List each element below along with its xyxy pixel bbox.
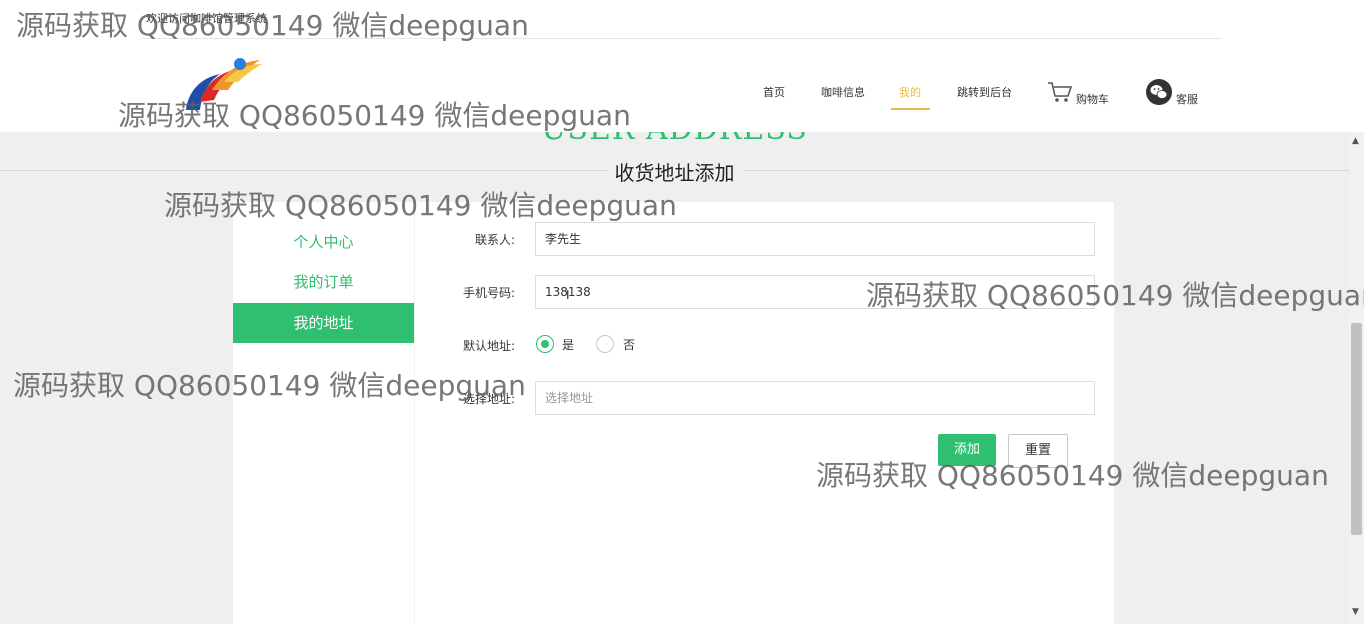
address-select-label: 选择地址: bbox=[462, 392, 515, 406]
scroll-up-icon[interactable]: ▲ bbox=[1352, 136, 1359, 146]
cart-icon bbox=[1048, 82, 1073, 102]
default-no-radio[interactable] bbox=[596, 335, 614, 353]
wechat-icon bbox=[1146, 79, 1172, 105]
side-item-orders[interactable]: 我的订单 bbox=[233, 262, 414, 302]
top-header: 欢迎访问咖啡馆管理系统 首页 咖啡信息 我的 跳转到后台 购物车 客服 bbox=[0, 0, 1364, 132]
nav-backend[interactable]: 跳转到后台 bbox=[957, 84, 1012, 100]
nav-active-indicator bbox=[891, 108, 930, 110]
nav-home[interactable]: 首页 bbox=[763, 84, 785, 100]
service-label: 客服 bbox=[1176, 93, 1198, 106]
address-panel: 个人中心 我的订单 我的地址 联系人: 李先生 手机号码: 138138 默认地… bbox=[233, 202, 1114, 624]
cart-label: 购物车 bbox=[1076, 93, 1109, 106]
main-content: USER ADDRESS 收货地址添加 个人中心 我的订单 我的地址 联系人: … bbox=[0, 132, 1349, 624]
contact-label: 联系人: bbox=[474, 233, 515, 247]
reset-button[interactable]: 重置 bbox=[1008, 434, 1068, 468]
default-yes-radio[interactable] bbox=[536, 335, 554, 353]
contact-input[interactable]: 李先生 bbox=[535, 222, 1095, 256]
text-cursor-icon: I bbox=[566, 288, 570, 302]
side-item-profile[interactable]: 个人中心 bbox=[233, 222, 414, 262]
phone-input[interactable]: 138138 bbox=[535, 275, 1095, 309]
section-title: 收货地址添加 bbox=[606, 157, 743, 186]
side-item-address[interactable]: 我的地址 bbox=[233, 303, 414, 343]
default-yes-label: 是 bbox=[562, 338, 575, 352]
nav-mine[interactable]: 我的 bbox=[899, 84, 921, 100]
scroll-thumb[interactable] bbox=[1351, 323, 1362, 535]
address-select-input[interactable]: 选择地址 bbox=[535, 381, 1095, 415]
service-link[interactable]: 客服 bbox=[1146, 79, 1206, 107]
default-address-label: 默认地址: bbox=[462, 339, 515, 353]
cart-link[interactable]: 购物车 bbox=[1046, 80, 1116, 108]
add-button[interactable]: 添加 bbox=[938, 434, 996, 466]
page: 欢迎访问咖啡馆管理系统 首页 咖啡信息 我的 跳转到后台 购物车 客服 收货地址… bbox=[0, 0, 1364, 624]
default-no-label: 否 bbox=[623, 338, 636, 352]
welcome-text: 欢迎访问咖啡馆管理系统 bbox=[146, 12, 267, 25]
header-divider bbox=[140, 38, 1222, 39]
page-scrollbar[interactable]: ▲ ▼ bbox=[1349, 132, 1364, 624]
scroll-down-icon[interactable]: ▼ bbox=[1352, 607, 1359, 617]
nav-coffee-info[interactable]: 咖啡信息 bbox=[821, 84, 865, 100]
section-title-en: USER ADDRESS bbox=[0, 132, 1349, 147]
section-title-cn-wrap: 收货地址添加 bbox=[0, 157, 1349, 186]
phone-label: 手机号码: bbox=[462, 286, 515, 300]
side-menu: 个人中心 我的订单 我的地址 bbox=[233, 202, 415, 624]
